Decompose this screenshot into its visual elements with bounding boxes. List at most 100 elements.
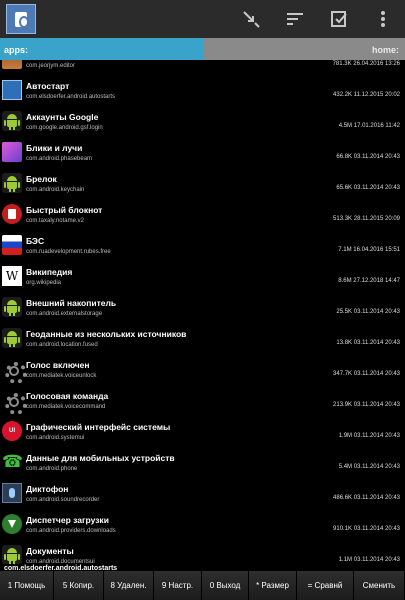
app-date: 26.04.2016 13:26 (353, 61, 400, 67)
app-size-date: 1.9M 03.11.2014 20:43 (339, 433, 400, 439)
app-row[interactable]: БЭС com.ruadevelopment.rubes.free 7.1M 16.… (0, 232, 405, 263)
app-title: Автостарт (26, 81, 70, 91)
app-size-date: 5.4M 03.11.2014 20:43 (339, 464, 400, 470)
app-package: org.wikipedia (26, 280, 62, 286)
app-date: 03.11.2014 20:43 (353, 402, 400, 408)
app-title: Данные для мобильных устройств (26, 453, 175, 463)
app-date: 03.11.2014 20:43 (353, 309, 400, 315)
app-row[interactable]: com.jeorjym.editor 781.3K 26.04.2016 13:2… (0, 60, 405, 77)
app-size-date: 1.1M 03.11.2014 20:43 (339, 557, 400, 563)
overflow-menu-icon[interactable] (361, 0, 405, 38)
app-package: com.mediatek.voicecommand (26, 404, 106, 410)
app-size: 432.2K (333, 92, 353, 98)
app-package: com.android.externalstorage (26, 311, 103, 317)
android-icon (2, 297, 22, 317)
app-date: 03.11.2014 20:43 (353, 464, 400, 470)
app-date: 03.11.2014 20:43 (353, 340, 400, 346)
fkey-button[interactable]: 5 Копир. (54, 571, 104, 600)
blue-square-icon (2, 80, 22, 100)
fkey-button[interactable]: 1 Помощь (0, 571, 54, 600)
fkey-button[interactable]: * Размер (249, 571, 297, 600)
app-row[interactable]: Автостарт com.elsdoerfer.android.autostar… (0, 77, 405, 108)
app-date: 28.11.2015 20:09 (353, 216, 400, 222)
app-package: com.android.location.fused (26, 342, 98, 348)
app-size: 66.8K (336, 154, 353, 160)
app-title: Документы (26, 546, 74, 556)
app-package: com.google.android.gsf.login (26, 125, 103, 131)
app-row[interactable]: Диспетчер загрузки com.android.providers.… (0, 511, 405, 542)
app-size-date: 486.6K 03.11.2014 20:43 (333, 495, 400, 501)
fkey-button[interactable]: 8 Удален. (104, 571, 154, 600)
app-title: Геоданные из нескольких источников (26, 329, 187, 339)
app-title: Блики и лучи (26, 143, 83, 153)
app-row[interactable]: Голос включен com.mediatek.voiceunlock 347… (0, 356, 405, 387)
app-package: com.taxaly.notame.v2 (26, 218, 84, 224)
android-icon (2, 328, 22, 348)
app-package: com.elsdoerfer.android.autostarts (26, 94, 116, 100)
app-title: Внешний накопитель (26, 298, 117, 308)
android-icon (2, 111, 22, 131)
partial-icon (2, 60, 22, 69)
app-title: Википедия (26, 267, 73, 277)
panel-headers: apps: home: (0, 38, 405, 60)
app-row[interactable]: Голосовая команда com.mediatek.voicecomma… (0, 387, 405, 418)
app-date: 03.11.2014 20:43 (353, 526, 400, 532)
android-icon (2, 173, 22, 193)
app-size-date: 347.7K 03.11.2014 20:43 (333, 371, 400, 377)
right-panel-tab[interactable]: home: (204, 38, 405, 60)
app-size-date: 66.8K 03.11.2014 20:43 (336, 154, 400, 160)
app-date: 16.04.2016 15:51 (353, 247, 400, 253)
app-title: Быстрый блокнот (26, 205, 103, 215)
app-row[interactable]: Диктофон com.android.soundrecorder 486.6K … (0, 480, 405, 511)
app-size: 1.1M (338, 557, 353, 563)
app-title: Диспетчер загрузки (26, 515, 109, 525)
app-row[interactable]: Быстрый блокнот com.taxaly.notame.v2 513.3… (0, 201, 405, 232)
app-size: 347.7K (333, 371, 353, 377)
filter-icon[interactable] (229, 0, 273, 38)
app-row[interactable]: Документы com.android.documentsui 1.1M 03.… (0, 542, 405, 564)
app-size-date: 213.9K 03.11.2014 20:43 (333, 402, 400, 408)
gear-icon (2, 359, 27, 384)
wikipedia-icon: W (2, 266, 22, 286)
app-row[interactable]: Геоданные из нескольких источников com.an… (0, 325, 405, 356)
russian-flag-icon (2, 235, 22, 255)
app-title: Брелок (26, 174, 57, 184)
app-package: com.android.phone (26, 466, 78, 472)
app-list[interactable]: com.jeorjym.editor 781.3K 26.04.2016 13:2… (0, 60, 405, 564)
app-row[interactable]: Аккаунты Google com.google.android.gsf.lo… (0, 108, 405, 139)
sort-icon[interactable] (273, 0, 317, 38)
app-size-date: 513.3K 28.11.2015 20:09 (333, 216, 400, 222)
fkey-button[interactable]: 0 Выход (202, 571, 249, 600)
app-size-date: 7.1M 16.04.2016 15:51 (338, 247, 400, 253)
app-size: 5.4M (338, 464, 353, 470)
fkey-button[interactable]: = Сравнй (297, 571, 354, 600)
app-package: com.android.keychain (26, 187, 85, 193)
left-panel-tab[interactable]: apps: (0, 38, 204, 60)
app-size-date: 432.2K 11.12.2015 20:02 (333, 92, 400, 98)
app-row[interactable]: Внешний накопитель com.android.externalst… (0, 294, 405, 325)
app-row[interactable]: ☎ Данные для мобильных устройств com.andro… (0, 449, 405, 480)
function-key-bar: 1 Помощь 5 Копир. 8 Удален. 9 Настр. 0 Выход… (0, 571, 405, 600)
phone-icon: ☎ (2, 452, 24, 471)
app-row[interactable]: W Википедия org.wikipedia 8.6M 27.12.2018 1… (0, 263, 405, 294)
app-row[interactable]: UI Графический интерфейс системы com.andro… (0, 418, 405, 449)
app-size-date: 65.6K 03.11.2014 20:43 (336, 185, 400, 191)
systemui-icon: UI (2, 421, 22, 441)
app-package: com.android.soundrecorder (26, 497, 100, 503)
app-package: com.android.providers.downloads (26, 528, 116, 534)
select-icon[interactable] (317, 0, 361, 38)
app-size: 213.9K (333, 402, 353, 408)
app-manager-icon[interactable] (6, 4, 36, 34)
app-row[interactable]: Блики и лучи com.android.phasebeam 66.8K 0… (0, 139, 405, 170)
fkey-button[interactable]: Сменить (354, 571, 405, 600)
app-date: 03.11.2014 20:43 (353, 154, 400, 160)
pink-wallpaper-icon (2, 142, 22, 162)
app-row[interactable]: Брелок com.android.keychain 65.6K 03.11.20… (0, 170, 405, 201)
app-package: com.jeorjym.editor (26, 63, 76, 69)
app-size-date: 4.5M 17.01.2016 11:42 (339, 123, 400, 129)
app-size: 13.8K (336, 340, 353, 346)
app-size: 910.1K (333, 526, 353, 532)
app-size-date: 25.5K 03.11.2014 20:43 (336, 309, 400, 315)
fkey-button[interactable]: 9 Настр. (154, 571, 202, 600)
gear-icon (2, 390, 27, 415)
